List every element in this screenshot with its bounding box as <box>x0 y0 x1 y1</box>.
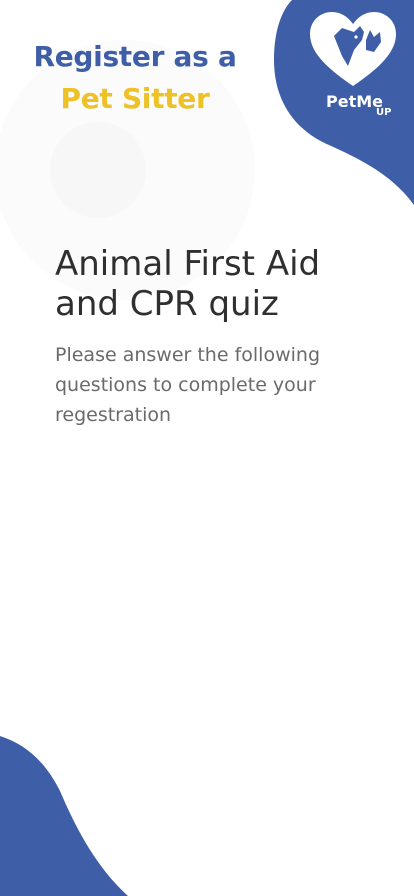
logo-suffix-text: UP <box>376 107 392 118</box>
quiz-title: Animal First Aid and CPR quiz <box>55 244 321 324</box>
heart-dog-cat-icon <box>310 12 396 86</box>
bottom-left-blob <box>0 736 128 896</box>
register-quiz-screen: PetMe UP Register as a Pet Sitter Animal… <box>0 0 414 896</box>
register-title-line2: Pet Sitter <box>60 82 210 115</box>
quiz-description: Please answer the following questions to… <box>55 344 320 426</box>
logo-brand-text: PetMe <box>326 92 383 111</box>
petmeup-logo: PetMe UP <box>308 10 398 120</box>
register-title-line1: Register as a <box>33 40 237 73</box>
